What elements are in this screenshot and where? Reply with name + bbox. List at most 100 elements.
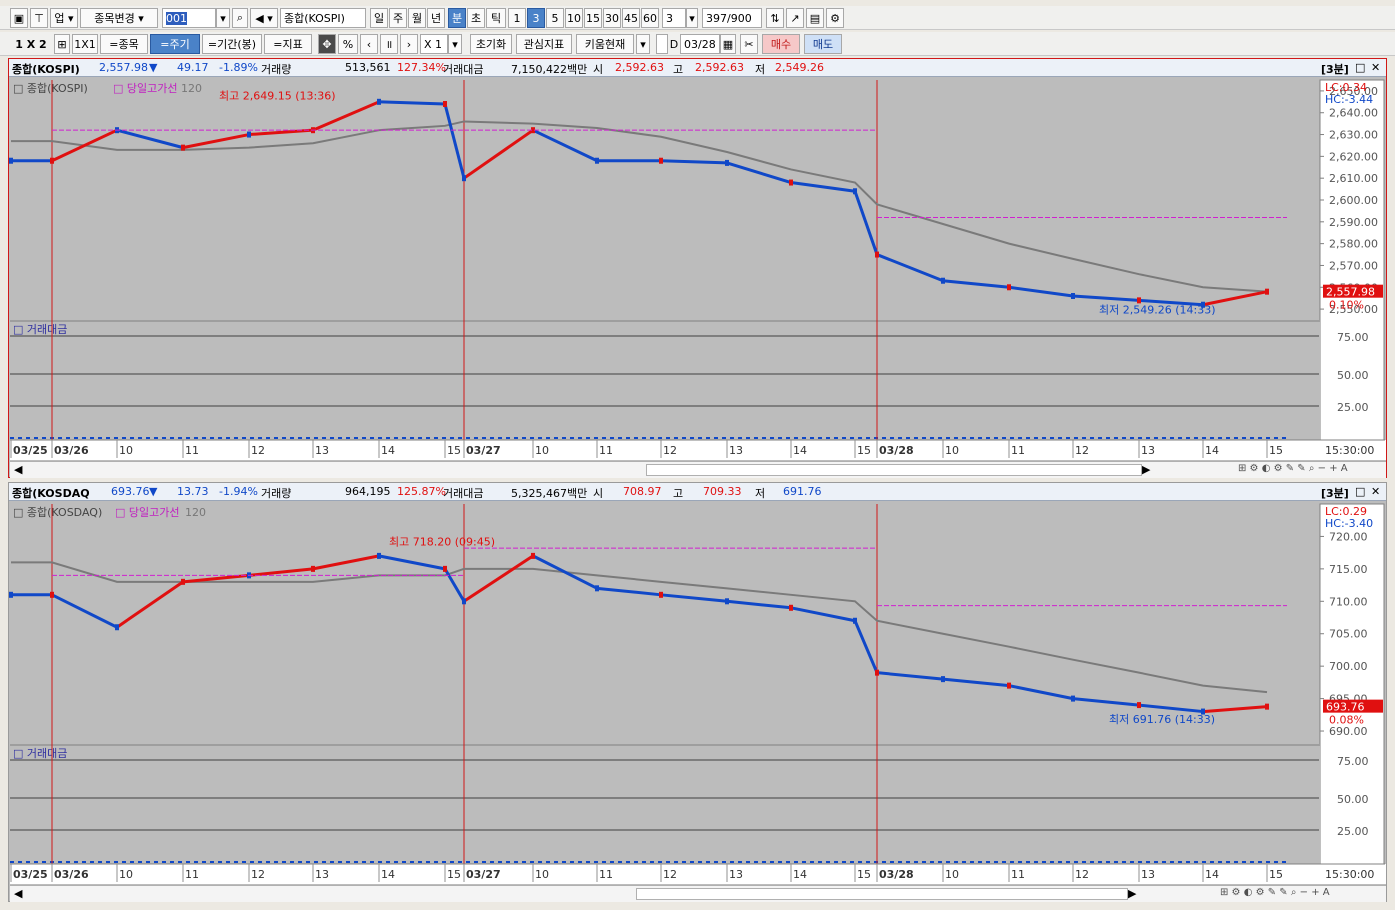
reset-button[interactable]: 초기화 <box>470 34 512 54</box>
minute-3[interactable]: 3 <box>527 8 545 28</box>
candle-icon[interactable]: ⇅ <box>766 8 784 28</box>
scroll-left-icon[interactable]: ◀ <box>14 463 22 476</box>
close-icon[interactable]: ✕ <box>1371 485 1380 498</box>
interest-button[interactable]: 관심지표 <box>516 34 572 54</box>
code-dropdown-icon[interactable]: ▾ <box>216 8 230 28</box>
legend-ma: 120 <box>181 82 202 95</box>
minute-60[interactable]: 60 <box>641 8 659 28</box>
d-checkbox[interactable] <box>656 34 668 54</box>
percent-button[interactable]: % <box>338 34 358 54</box>
period-week[interactable]: 주 <box>389 8 407 28</box>
kospi-chart[interactable]: 2,550.002,560.002,570.002,580.002,590.00… <box>9 78 1386 461</box>
date-field[interactable]: 03/28 <box>680 34 720 54</box>
minute-45[interactable]: 45 <box>622 8 640 28</box>
trend-icon[interactable]: ↗ <box>786 8 804 28</box>
move-icon[interactable]: ✥ <box>318 34 336 54</box>
minute-15[interactable]: 15 <box>584 8 602 28</box>
maximize-icon[interactable]: □ <box>1355 485 1365 498</box>
period-year[interactable]: 년 <box>427 8 445 28</box>
kosdaq-scrollbar[interactable]: ◀ ▶ ⊞ ⚙ ◐ ⚙ ✎ ✎ ⌕ − + A <box>10 885 1386 902</box>
close-icon[interactable]: ✕ <box>1371 61 1380 74</box>
code-input[interactable]: 001 <box>162 8 216 28</box>
maximize-icon[interactable]: □ <box>1355 61 1365 74</box>
y-axis-area <box>1319 503 1385 865</box>
indicator-button[interactable]: =지표 <box>264 34 312 54</box>
minute-10[interactable]: 10 <box>565 8 583 28</box>
chart-tools-icon[interactable]: ⊞ ⚙ ◐ ⚙ ✎ ✎ ⌕ − + A <box>1238 463 1348 474</box>
layout-1x1[interactable]: 1X1 <box>72 34 98 54</box>
pause-icon[interactable]: ॥ <box>380 34 398 54</box>
sell-button[interactable]: 매도 <box>804 34 842 54</box>
scroll-left-icon[interactable]: ◀ <box>14 887 22 900</box>
kosdaq-amt-label: 거래대금 <box>443 487 484 500</box>
legend-ma: 120 <box>185 506 206 519</box>
chart-tools-icon[interactable]: ⊞ ⚙ ◐ ⚙ ✎ ✎ ⌕ − + A <box>1220 887 1330 898</box>
gear-icon[interactable]: ⚙ <box>826 8 844 28</box>
sub-chart-label: □ 거래대금 <box>13 747 67 760</box>
x-tick-label: 10 <box>119 868 133 881</box>
hc-label: HC:-3.40 <box>1325 517 1373 530</box>
period-minute[interactable]: 분 <box>448 8 466 28</box>
kospi-scroll-thumb[interactable] <box>646 464 1142 476</box>
x-axis-area <box>10 864 1386 884</box>
kosdaq-scroll-thumb[interactable] <box>636 888 1128 900</box>
price-candle <box>1265 703 1269 710</box>
next-icon[interactable]: › <box>400 34 418 54</box>
minute-dropdown-icon[interactable]: ▾ <box>686 8 698 28</box>
sound-icon[interactable]: ◀ ▾ <box>250 8 278 28</box>
search-icon[interactable]: ⌕ <box>232 8 248 28</box>
period-second[interactable]: 초 <box>467 8 485 28</box>
window-icon[interactable]: ▣ <box>10 8 28 28</box>
price-candle <box>1265 288 1269 295</box>
kospi-change: 49.17 <box>177 61 209 74</box>
stock-name-field[interactable]: 종합(KOSPI) <box>280 8 366 28</box>
kiwoom-button[interactable]: 키움현재 <box>576 34 634 54</box>
zoom-field[interactable]: X 1 <box>420 34 448 54</box>
main-plot-area <box>10 80 1320 320</box>
prev-icon[interactable]: ‹ <box>360 34 378 54</box>
range-button[interactable]: =기간(봉) <box>202 34 262 54</box>
d-label: D <box>669 37 679 51</box>
price-candle <box>941 676 945 683</box>
minute-input[interactable]: 3 <box>662 8 686 28</box>
period-button[interactable]: =주기 <box>150 34 200 54</box>
save-icon[interactable]: ▤ <box>806 8 824 28</box>
x-tick-label: 14 <box>381 444 395 457</box>
grid-icon[interactable]: ⊞ <box>54 34 70 54</box>
scissors-icon[interactable]: ✂ <box>740 34 758 54</box>
minute-5[interactable]: 5 <box>546 8 564 28</box>
layout-label: 1 X 2 <box>15 37 47 51</box>
scroll-right-icon[interactable]: ▶ <box>1128 887 1136 900</box>
x-tick-label: 12 <box>251 868 265 881</box>
price-candle <box>1137 297 1141 304</box>
hc-label: HC:-3.44 <box>1325 93 1373 106</box>
kosdaq-header: 종합(KOSDAQ 693.76 ▼ 13.73 -1.94% 거래량 964,… <box>9 483 1386 501</box>
scroll-right-icon[interactable]: ▶ <box>1142 463 1150 476</box>
count-field[interactable]: 397/900 <box>702 8 762 28</box>
market-select[interactable]: 업 ▾ <box>50 8 78 28</box>
zoom-dropdown-icon[interactable]: ▾ <box>448 34 462 54</box>
kospi-price: 2,557.98 <box>99 61 148 74</box>
buy-button[interactable]: 매수 <box>762 34 800 54</box>
kospi-scrollbar[interactable]: ◀ ▶ ⊞ ⚙ ◐ ⚙ ✎ ✎ ⌕ − + A <box>10 461 1386 478</box>
main-toolbar: ▣ ⊤ 업 ▾ 종목변경 ▾ 001 ▾ ⌕ ◀ ▾ 종합(KOSPI) 일 주… <box>0 6 1395 30</box>
kiwoom-dropdown-icon[interactable]: ▾ <box>636 34 650 54</box>
period-month[interactable]: 월 <box>408 8 426 28</box>
period-day[interactable]: 일 <box>370 8 388 28</box>
minute-1[interactable]: 1 <box>508 8 526 28</box>
x-tick-label: 11 <box>185 444 199 457</box>
stock-button[interactable]: =종목 <box>100 34 148 54</box>
price-candle <box>595 157 599 164</box>
period-tick[interactable]: 틱 <box>486 8 506 28</box>
x-tick-label: 14 <box>793 868 807 881</box>
sub-plot-area <box>10 746 1320 864</box>
calendar-icon[interactable]: ▦ <box>720 34 736 54</box>
kosdaq-chart[interactable]: 690.00695.00700.00705.00710.00715.00720.… <box>9 502 1386 885</box>
price-candle <box>1137 702 1141 709</box>
date-value: 03/28 <box>684 37 716 51</box>
minute-30[interactable]: 30 <box>603 8 621 28</box>
x-tick-label: 10 <box>119 444 133 457</box>
pin-icon[interactable]: ⊤ <box>30 8 48 28</box>
stock-change-select[interactable]: 종목변경 ▾ <box>80 8 158 28</box>
x-tick-label: 11 <box>599 868 613 881</box>
